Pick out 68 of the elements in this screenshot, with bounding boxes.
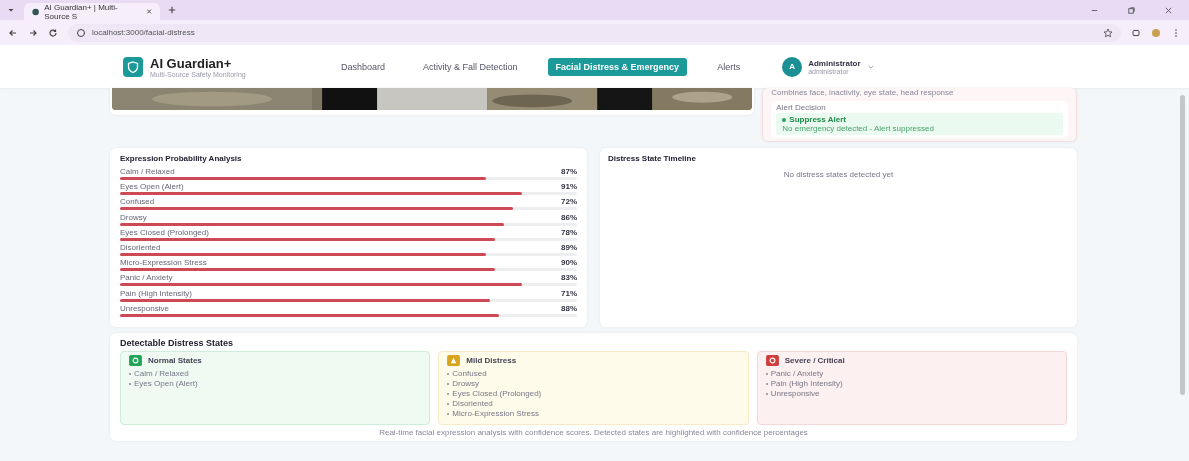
decision-title: Suppress Alert	[782, 115, 1057, 124]
shield-logo-icon	[123, 56, 143, 77]
empty-message: No distress states detected yet	[783, 170, 894, 179]
state-item: Calm / Relaxed	[134, 369, 189, 379]
group-title: Normal States	[148, 356, 202, 365]
reload-icon[interactable]	[48, 27, 58, 38]
state-item: Micro-Expression Stress	[452, 409, 539, 419]
tab-title: AI Guardian+ | Multi-Source S	[44, 2, 119, 21]
expression-label: Pain (High Intensity)	[120, 288, 193, 298]
close-icon[interactable]	[1164, 5, 1173, 15]
forward-icon[interactable]	[28, 27, 38, 38]
card-title: Expression Probability Analysis	[120, 154, 243, 163]
expression-label: Disoriented	[120, 243, 161, 253]
state-item: Confused	[452, 369, 487, 379]
bookmark-star-icon[interactable]	[1103, 27, 1113, 38]
group-title: Mild Distress	[466, 356, 517, 365]
expression-percent: 78%	[561, 227, 577, 237]
user-name: Administrator	[808, 58, 861, 68]
expression-percent: 90%	[561, 258, 577, 268]
method-note: Combines face, inactivity, eye state, head response	[771, 88, 955, 97]
expression-label: Drowsy	[120, 212, 147, 222]
expression-label: Micro-Expression Stress	[120, 258, 207, 268]
state-item: Disoriented	[452, 399, 493, 409]
state-item: Pain (High Intensity)	[770, 379, 843, 389]
new-tab-icon[interactable]	[168, 6, 176, 14]
expression-percent: 91%	[561, 182, 577, 192]
expression-percent: 83%	[561, 273, 577, 283]
expression-percent: 87%	[561, 167, 577, 177]
app-name: AI Guardian+	[150, 55, 233, 71]
expression-percent: 86%	[561, 212, 577, 222]
expression-label: Eyes Open (Alert)	[120, 182, 184, 192]
scrollbar-thumb[interactable]	[1180, 95, 1185, 395]
expression-percent: 72%	[561, 197, 577, 207]
footnote: Real-time facial expression analysis with confidence scores. Detected states are highlighted with confidence percentages	[378, 428, 809, 437]
site-info-icon[interactable]	[76, 27, 86, 38]
expression-percent: 88%	[561, 303, 577, 313]
group-title: Severe / Critical	[784, 356, 845, 365]
expression-label: Eyes Closed (Prolonged)	[120, 227, 209, 237]
restore-icon[interactable]	[1127, 5, 1136, 15]
address-bar[interactable]: localhost:3000/facial-distress	[68, 23, 1121, 42]
decision-label: Alert Decision	[776, 103, 827, 112]
state-item: Eyes Open (Alert)	[134, 379, 198, 389]
warning-badge-icon	[447, 355, 461, 366]
state-item: Eyes Closed (Prolonged)	[452, 389, 542, 399]
expression-label: Confused	[120, 197, 155, 207]
card-title: Detectable Distress States	[120, 338, 235, 348]
status-dot-icon	[782, 117, 787, 122]
card-title: Distress State Timeline	[608, 154, 696, 163]
state-item: Drowsy	[452, 379, 479, 389]
browser-tab[interactable]: AI Guardian+ | Multi-Source S	[24, 3, 160, 20]
expression-label: Unresponsive	[120, 303, 169, 313]
globe-icon	[32, 7, 40, 16]
expression-percent: 71%	[561, 288, 577, 298]
alert-badge-icon	[765, 355, 779, 366]
expression-percent: 89%	[561, 243, 577, 253]
close-icon[interactable]	[145, 8, 152, 15]
check-badge-icon	[129, 355, 142, 366]
back-icon[interactable]	[8, 27, 18, 38]
expression-label: Calm / Relaxed	[120, 167, 175, 177]
state-item: Unresponsive	[770, 389, 820, 399]
nav-tab[interactable]: Alerts	[709, 57, 749, 76]
decision-detail: No emergency detected - Alert suppressed	[782, 124, 935, 133]
expression-label: Panic / Anxiety	[120, 273, 173, 283]
nav-tab[interactable]: Dashboard	[333, 57, 394, 76]
nav-tab[interactable]: Activity & Fall Detection	[415, 57, 526, 76]
state-item: Panic / Anxiety	[770, 369, 824, 379]
extensions-icon[interactable]	[1131, 27, 1141, 38]
user-avatar[interactable]: A	[782, 56, 803, 77]
